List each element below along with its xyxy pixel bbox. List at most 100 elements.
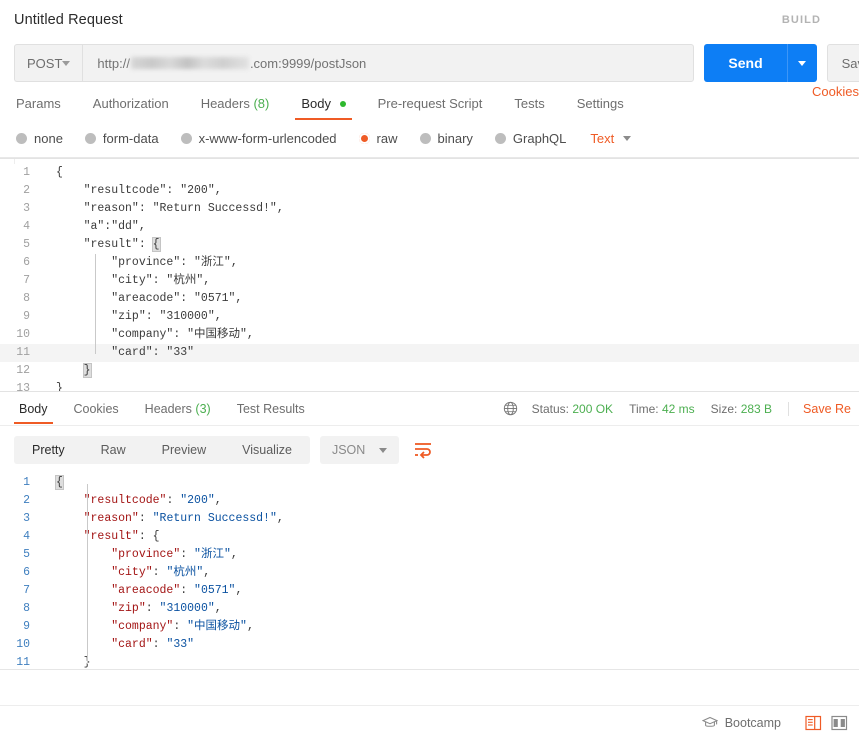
tab-body[interactable]: Body (285, 96, 361, 120)
response-tab-test-results[interactable]: Test Results (224, 394, 318, 424)
line-number: 5 (0, 546, 42, 564)
body-type-form-data[interactable]: form-data (85, 131, 159, 146)
view-mode-preview[interactable]: Preview (144, 436, 224, 464)
radio-label: form-data (103, 131, 159, 146)
size-indicator: Size: 283 B (711, 402, 772, 416)
body-type-graphql[interactable]: GraphQL (495, 131, 566, 146)
code-text: "reason": "Return Successd!", (42, 510, 859, 528)
split-pane-icon (831, 715, 848, 731)
url-input[interactable]: http:// .com:9999/postJson (82, 44, 694, 82)
graduation-cap-icon (702, 716, 718, 729)
code-text: "province": "浙江", (42, 254, 859, 272)
code-text: "city": "杭州", (42, 564, 859, 582)
view-mode-pretty[interactable]: Pretty (14, 436, 83, 464)
tab-count: (3) (195, 402, 210, 416)
radio-label: raw (377, 131, 398, 146)
raw-format-select[interactable]: Text (590, 131, 631, 146)
tab-tests[interactable]: Tests (498, 96, 560, 120)
line-number: 9 (0, 308, 42, 326)
body-type-none[interactable]: none (16, 131, 63, 146)
tab-label: Headers (145, 402, 192, 416)
code-text: "city": "杭州", (42, 272, 859, 290)
code-text: "result": { (42, 236, 859, 254)
view-mode-visualize[interactable]: Visualize (224, 436, 310, 464)
body-type-urlencoded[interactable]: x-www-form-urlencoded (181, 131, 337, 146)
radio-icon (420, 133, 431, 144)
send-options-button[interactable] (787, 44, 817, 82)
request-code-lines: 1{2 "resultcode": "200",3 "reason": "Ret… (0, 164, 859, 392)
status-label: Status: (532, 402, 569, 416)
tab-label: Pre-request Script (378, 96, 483, 111)
line-number: 3 (0, 200, 42, 218)
code-text: { (42, 164, 859, 182)
status-indicator: Status: 200 OK (532, 402, 613, 416)
build-label[interactable]: BUILD (782, 14, 845, 26)
code-text: "resultcode": "200", (42, 182, 859, 200)
send-button[interactable]: Send (704, 44, 786, 82)
code-line: 11 "card": "33" (0, 344, 859, 362)
body-type-raw[interactable]: raw (359, 131, 398, 146)
line-number: 6 (0, 564, 42, 582)
response-body-editor[interactable]: 1{2 "resultcode": "200",3 "reason": "Ret… (0, 474, 859, 670)
line-number: 3 (0, 510, 42, 528)
response-code-lines: 1{2 "resultcode": "200",3 "reason": "Ret… (0, 474, 859, 670)
response-tab-body[interactable]: Body (6, 394, 61, 424)
code-line: 7 "areacode": "0571", (0, 582, 859, 600)
postman-window: Untitled Request BUILD POST http:// .com:… (0, 0, 859, 739)
split-pane-layout-button[interactable] (829, 713, 849, 733)
request-body-editor[interactable]: 1{2 "resultcode": "200",3 "reason": "Ret… (0, 158, 859, 392)
two-pane-layout-button[interactable] (803, 713, 823, 733)
code-line: 1{ (0, 474, 859, 492)
status-bar: Bootcamp (0, 705, 859, 739)
code-text: { (42, 474, 859, 492)
chevron-down-icon (798, 61, 806, 66)
response-tab-cookies[interactable]: Cookies (61, 394, 132, 424)
http-method-value: POST (27, 56, 62, 71)
tab-params[interactable]: Params (14, 96, 77, 120)
cookies-link[interactable]: Cookies (812, 84, 859, 99)
tab-pre-request-script[interactable]: Pre-request Script (362, 96, 499, 120)
view-mode-raw[interactable]: Raw (83, 436, 144, 464)
size-label: Size: (711, 402, 738, 416)
code-line: 7 "city": "杭州", (0, 272, 859, 290)
time-indicator: Time: 42 ms (629, 402, 695, 416)
code-text: "zip": "310000", (42, 600, 859, 618)
code-text: "company": "中国移动", (42, 326, 859, 344)
tab-authorization[interactable]: Authorization (77, 96, 185, 120)
request-title[interactable]: Untitled Request (14, 12, 123, 28)
line-number: 1 (0, 164, 42, 182)
code-line: 2 "resultcode": "200", (0, 182, 859, 200)
word-wrap-button[interactable] (411, 438, 435, 462)
chevron-down-icon (623, 136, 631, 141)
body-type-binary[interactable]: binary (420, 131, 473, 146)
code-line: 8 "zip": "310000", (0, 600, 859, 618)
sidebar-panel-icon (805, 715, 822, 731)
code-line: 10 "card": "33" (0, 636, 859, 654)
tab-settings[interactable]: Settings (561, 96, 640, 120)
radio-label: none (34, 131, 63, 146)
save-button[interactable]: Save (827, 44, 859, 82)
response-format-value: JSON (332, 443, 365, 457)
tab-label: Test Results (237, 402, 305, 416)
indent-guide (95, 254, 96, 354)
response-tab-headers[interactable]: Headers (3) (132, 394, 224, 424)
code-text: "province": "浙江", (42, 546, 859, 564)
bootcamp-button[interactable]: Bootcamp (702, 716, 781, 730)
save-response-button[interactable]: Save Re (788, 402, 851, 416)
code-text: "company": "中国移动", (42, 618, 859, 636)
url-prefix: http:// (97, 56, 130, 71)
http-method-select[interactable]: POST (14, 44, 82, 82)
time-label: Time: (629, 402, 659, 416)
response-format-select[interactable]: JSON (320, 436, 399, 464)
url-suffix: .com:9999/postJson (250, 56, 366, 71)
url-bar: POST http:// .com:9999/postJson Send Save (0, 40, 859, 82)
tab-count: (8) (253, 96, 269, 111)
tab-headers[interactable]: Headers (8) (185, 96, 286, 120)
radio-label: GraphQL (513, 131, 566, 146)
code-text: "result": { (42, 528, 859, 546)
code-line: 6 "province": "浙江", (0, 254, 859, 272)
status-value: 200 OK (572, 402, 613, 416)
indent-guide (87, 484, 88, 664)
response-tabs-bar: Body Cookies Headers (3) Test Results St… (0, 392, 859, 426)
line-number: 8 (0, 290, 42, 308)
